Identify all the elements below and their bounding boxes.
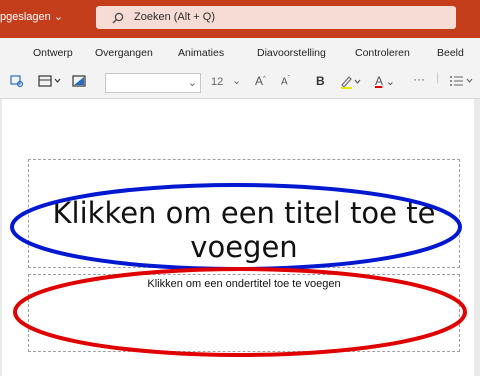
shrink-font-button[interactable]: Aˇ [281, 76, 290, 87]
slide-canvas: Klikken om een titel toe te voegen Klikk… [0, 99, 480, 376]
title-placeholder-text: Klikken om een titel toe te voegen [52, 196, 436, 264]
chevron-down-icon: ⌄ [187, 77, 197, 89]
highlight-icon[interactable] [340, 74, 362, 93]
font-size-field[interactable]: 12 ⌄ [208, 73, 244, 93]
font-color-label: A [375, 74, 383, 88]
slide[interactable]: Klikken om een titel toe te voegen Klikk… [2, 99, 474, 376]
tab-controleren[interactable]: Controleren [355, 47, 410, 59]
bullets-icon[interactable] [449, 74, 477, 91]
font-name-field[interactable]: ⌄ [105, 73, 201, 93]
chevron-down-icon: ⌄ [232, 75, 242, 87]
divider: | [436, 70, 440, 84]
section-icon[interactable] [72, 74, 86, 91]
layout-icon[interactable] [38, 74, 62, 91]
save-status[interactable]: pgeslagen ⌄ [0, 10, 63, 23]
font-color-button[interactable]: A ⌄ [375, 74, 395, 88]
search-placeholder: Zoeken (Alt + Q) [134, 11, 216, 23]
grow-font-button[interactable]: A^ [255, 74, 266, 88]
grow-font-label: A [255, 74, 264, 88]
shrink-font-label: A [281, 76, 288, 88]
bold-button[interactable]: B [316, 74, 325, 88]
save-status-label: pgeslagen [0, 11, 51, 23]
tab-overgangen[interactable]: Overgangen [95, 47, 153, 59]
subtitle-placeholder[interactable]: Klikken om een ondertitel toe te voegen [28, 274, 460, 352]
tab-diavoorstelling[interactable]: Diavoorstelling [257, 47, 326, 59]
more-options-icon[interactable]: ··· [413, 72, 425, 86]
font-size-value: 12 [211, 76, 224, 88]
tab-ontwerp[interactable]: Ontwerp [33, 47, 73, 59]
title-bar: pgeslagen ⌄ Zoeken (Alt + Q) [0, 0, 480, 38]
subtitle-placeholder-text: Klikken om een ondertitel toe te voegen [147, 278, 341, 290]
search-box[interactable]: Zoeken (Alt + Q) [96, 6, 456, 29]
reuse-slides-icon[interactable] [10, 74, 24, 91]
search-icon [112, 11, 124, 29]
tab-beeld[interactable]: Beeld [437, 47, 464, 59]
ribbon-tabs: Ontwerp Overgangen Animaties Diavoorstel… [0, 38, 480, 68]
tab-animaties[interactable]: Animaties [178, 47, 224, 59]
ribbon-toolbar: ⌄ 12 ⌄ A^ Aˇ B A ⌄ ··· | [0, 68, 480, 99]
chevron-down-icon: ⌄ [53, 11, 64, 23]
title-placeholder[interactable]: Klikken om een titel toe te voegen [28, 159, 460, 268]
chevron-down-icon: ⌄ [385, 76, 395, 88]
